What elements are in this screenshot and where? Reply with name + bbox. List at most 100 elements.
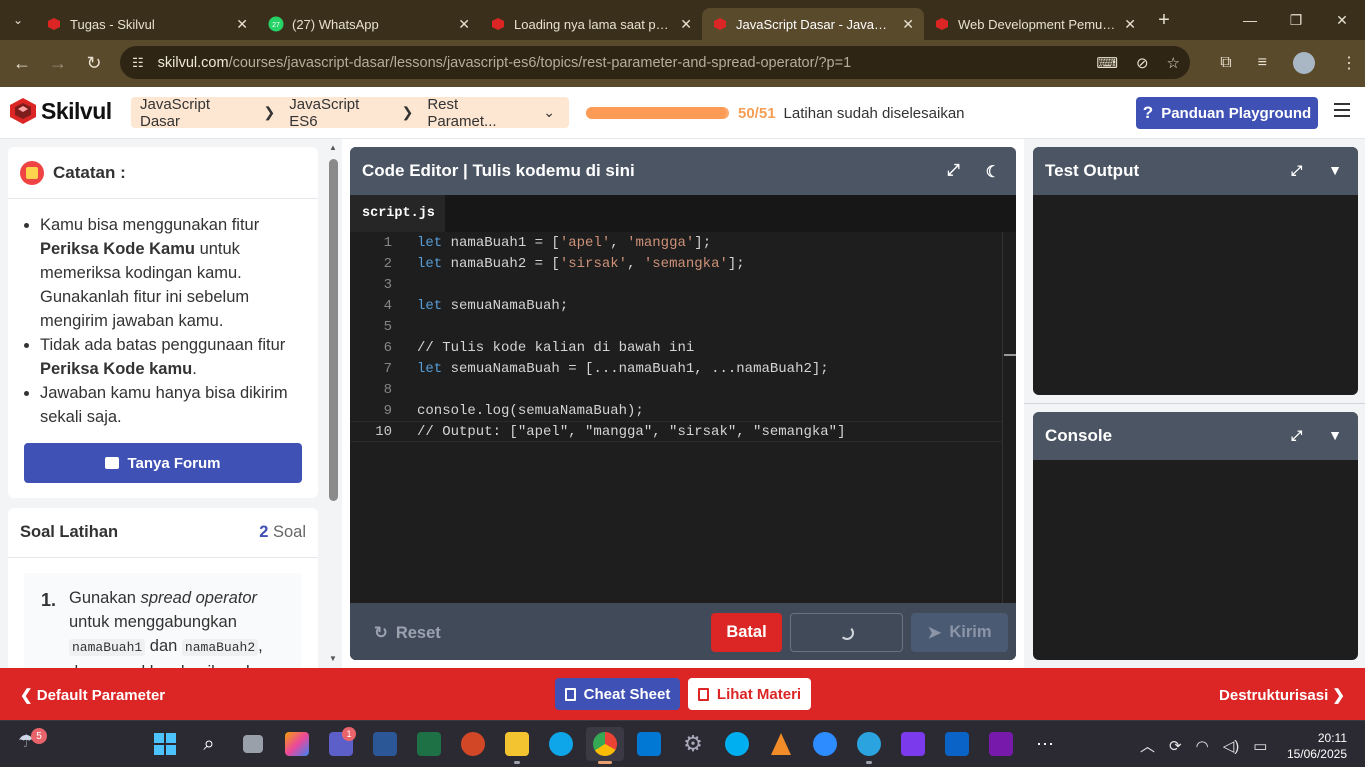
skype-icon[interactable]	[718, 727, 756, 761]
forum-button[interactable]: Tanya Forum	[24, 443, 302, 483]
wifi-icon[interactable]: ◠	[1196, 737, 1209, 755]
question-icon: ?	[1142, 103, 1154, 122]
chevron-down-icon[interactable]: ⌄	[543, 104, 555, 121]
teams-icon[interactable]: 1	[322, 727, 360, 761]
new-tab-button[interactable]: +	[1146, 9, 1182, 32]
dark-mode-icon[interactable]: ☾	[986, 162, 1000, 182]
outlook-icon[interactable]	[938, 727, 976, 761]
check-code-button-loading[interactable]	[790, 613, 903, 652]
eye-off-icon[interactable]: ⊘	[1136, 54, 1149, 72]
close-tab-icon[interactable]: ✕	[902, 16, 914, 33]
browser-tab-4[interactable]: Web Development Pemula - ✕	[924, 8, 1146, 40]
clipchamp-icon[interactable]	[894, 727, 932, 761]
task-view-icon[interactable]	[234, 727, 272, 761]
cancel-button[interactable]: Batal	[711, 613, 782, 652]
sync-icon[interactable]: ⟳	[1169, 737, 1182, 755]
breadcrumb-item[interactable]: JavaScript ES6	[289, 96, 387, 130]
scroll-up-icon[interactable]: ▲	[329, 143, 337, 152]
translate-icon[interactable]: ⌨	[1096, 54, 1118, 72]
chevron-left-icon: ❮	[20, 687, 37, 704]
skilvul-icon	[490, 16, 506, 32]
skilvul-logo[interactable]: Skilvul	[9, 97, 112, 125]
settings-gear-icon[interactable]: ⚙	[674, 727, 712, 761]
skilvul-logo-icon	[10, 98, 36, 124]
editor-header: Code Editor | Tulis kodemu di sini ⤢ ☾	[350, 147, 1016, 195]
left-scrollbar[interactable]: ▲ ▼	[327, 143, 340, 666]
submit-button[interactable]: ➤ Kirim	[911, 613, 1008, 652]
onenote-icon[interactable]	[982, 727, 1020, 761]
battery-icon[interactable]: ▭	[1253, 737, 1267, 755]
guide-button[interactable]: ? Panduan Playground	[1136, 97, 1318, 129]
taskbar-clock[interactable]: 20:11 15/06/2025	[1287, 730, 1347, 762]
tab-title: Web Development Pemula -	[958, 16, 1117, 32]
close-tab-icon[interactable]: ✕	[1124, 16, 1136, 33]
close-tab-icon[interactable]: ✕	[680, 16, 692, 33]
browser-tab-2[interactable]: Loading nya lama saat perik ✕	[480, 8, 702, 40]
reset-button[interactable]: ↻ Reset	[374, 623, 441, 643]
view-material-button[interactable]: Lihat Materi	[688, 678, 811, 710]
skilvul-icon	[46, 16, 62, 32]
progress-text: 50/51 Latihan sudah diselesaikan	[738, 105, 965, 122]
expand-icon[interactable]: ⤢	[947, 162, 960, 182]
svg-text:27: 27	[272, 22, 280, 29]
next-lesson-link[interactable]: Destrukturisasi ❯	[1219, 686, 1345, 704]
chevron-up-icon[interactable]: ︿	[1140, 735, 1155, 756]
window-controls: — ❐ ✕	[1227, 0, 1365, 40]
expand-icon[interactable]: ⤢	[1291, 162, 1302, 179]
test-output-title: Test Output	[1045, 161, 1140, 180]
excel-icon[interactable]	[410, 727, 448, 761]
volume-icon[interactable]: ◁)	[1223, 737, 1240, 755]
back-icon[interactable]: ←	[4, 53, 40, 74]
store-icon[interactable]	[630, 727, 668, 761]
bookmark-star-icon[interactable]: ☆	[1167, 54, 1180, 72]
cheat-sheet-button[interactable]: Cheat Sheet	[555, 678, 680, 710]
minimize-icon[interactable]: —	[1227, 0, 1273, 40]
more-apps-icon[interactable]: ⋯	[1026, 727, 1064, 761]
close-tab-icon[interactable]: ✕	[236, 16, 248, 33]
file-explorer-icon[interactable]	[498, 727, 536, 764]
address-bar[interactable]: ☷ skilvul.com/courses/javascript-dasar/l…	[120, 46, 1190, 79]
scroll-down-icon[interactable]: ▼	[329, 654, 337, 663]
chrome-menu-icon[interactable]: ⋮	[1341, 53, 1357, 73]
code-editor: Code Editor | Tulis kodemu di sini ⤢ ☾ s…	[350, 147, 1016, 660]
browser-tab-1[interactable]: 27 (27) WhatsApp ✕	[258, 8, 480, 40]
breadcrumb-item[interactable]: JavaScript Dasar	[140, 96, 250, 130]
browser-tab-3[interactable]: JavaScript Dasar - JavaScript ✕	[702, 8, 924, 40]
close-tab-icon[interactable]: ✕	[458, 16, 470, 33]
hamburger-menu-icon[interactable]	[1334, 103, 1350, 117]
code-area[interactable]: 1 let namaBuah1 = ['apel', 'mangga']; 2 le…	[350, 232, 1002, 603]
reload-icon[interactable]: ↻	[76, 53, 112, 74]
file-tab-script[interactable]: script.js	[350, 195, 445, 232]
chrome-icon[interactable]	[586, 727, 624, 764]
search-icon[interactable]: ⌕	[190, 727, 228, 761]
scrollbar-thumb[interactable]	[329, 159, 338, 501]
vlc-icon[interactable]	[762, 727, 800, 761]
expand-icon[interactable]: ⤢	[1291, 427, 1302, 444]
media-icon[interactable]: ≡	[1258, 54, 1267, 72]
start-icon[interactable]	[146, 727, 184, 761]
profile-avatar[interactable]	[1293, 52, 1315, 74]
tab-search-button[interactable]: ⌄	[0, 0, 36, 40]
browser-tab-0[interactable]: Tugas - Skilvul ✕	[36, 8, 258, 40]
previous-lesson-link[interactable]: ❮ Default Parameter	[20, 686, 165, 704]
forward-icon[interactable]: →	[40, 53, 76, 74]
powerpoint-icon[interactable]	[454, 727, 492, 761]
extensions-icon[interactable]: ⧉	[1220, 54, 1231, 72]
copilot-icon[interactable]	[278, 727, 316, 761]
zoom-icon[interactable]	[806, 727, 844, 761]
editor-title: Code Editor | Tulis kodemu di sini	[362, 161, 635, 180]
loading-spinner-icon	[839, 625, 854, 640]
editor-scrollbar[interactable]	[1002, 232, 1016, 603]
site-info-icon[interactable]: ☷	[132, 55, 144, 71]
edge-icon[interactable]	[542, 727, 580, 761]
chevron-down-icon[interactable]: ▼	[1328, 427, 1342, 444]
word-icon[interactable]	[366, 727, 404, 761]
maximize-icon[interactable]: ❐	[1273, 0, 1319, 40]
panel-divider[interactable]	[1024, 403, 1365, 404]
tab-title: (27) WhatsApp	[292, 16, 379, 32]
notes-title: Catatan :	[53, 163, 126, 182]
close-window-icon[interactable]: ✕	[1319, 0, 1365, 40]
breadcrumb-item[interactable]: Rest Paramet...	[427, 96, 527, 130]
chevron-down-icon[interactable]: ▼	[1328, 162, 1342, 179]
telegram-icon[interactable]	[850, 727, 888, 764]
